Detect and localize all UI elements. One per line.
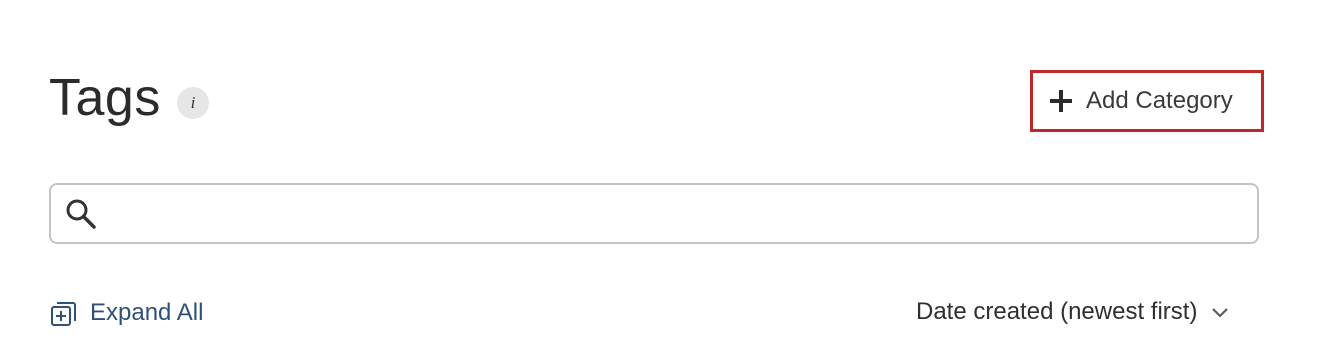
add-category-label: Add Category <box>1086 87 1233 114</box>
info-icon[interactable]: i <box>177 87 209 119</box>
search-icon <box>66 199 96 229</box>
tags-page: Tags i Add Category Expand All Date crea… <box>0 0 1328 356</box>
expand-all-button[interactable]: Expand All <box>49 298 203 328</box>
search-input[interactable] <box>98 185 1257 242</box>
page-title: Tags <box>49 69 161 127</box>
sort-dropdown[interactable]: Date created (newest first) <box>916 298 1231 326</box>
expand-all-icon <box>51 302 76 326</box>
sort-label: Date created (newest first) <box>916 298 1198 325</box>
expand-all-label: Expand All <box>90 299 204 326</box>
chevron-down-icon <box>1212 308 1229 318</box>
add-category-button[interactable]: Add Category <box>1030 70 1264 132</box>
plus-icon <box>1050 90 1072 112</box>
search-box <box>49 183 1259 244</box>
info-glyph: i <box>190 93 196 112</box>
